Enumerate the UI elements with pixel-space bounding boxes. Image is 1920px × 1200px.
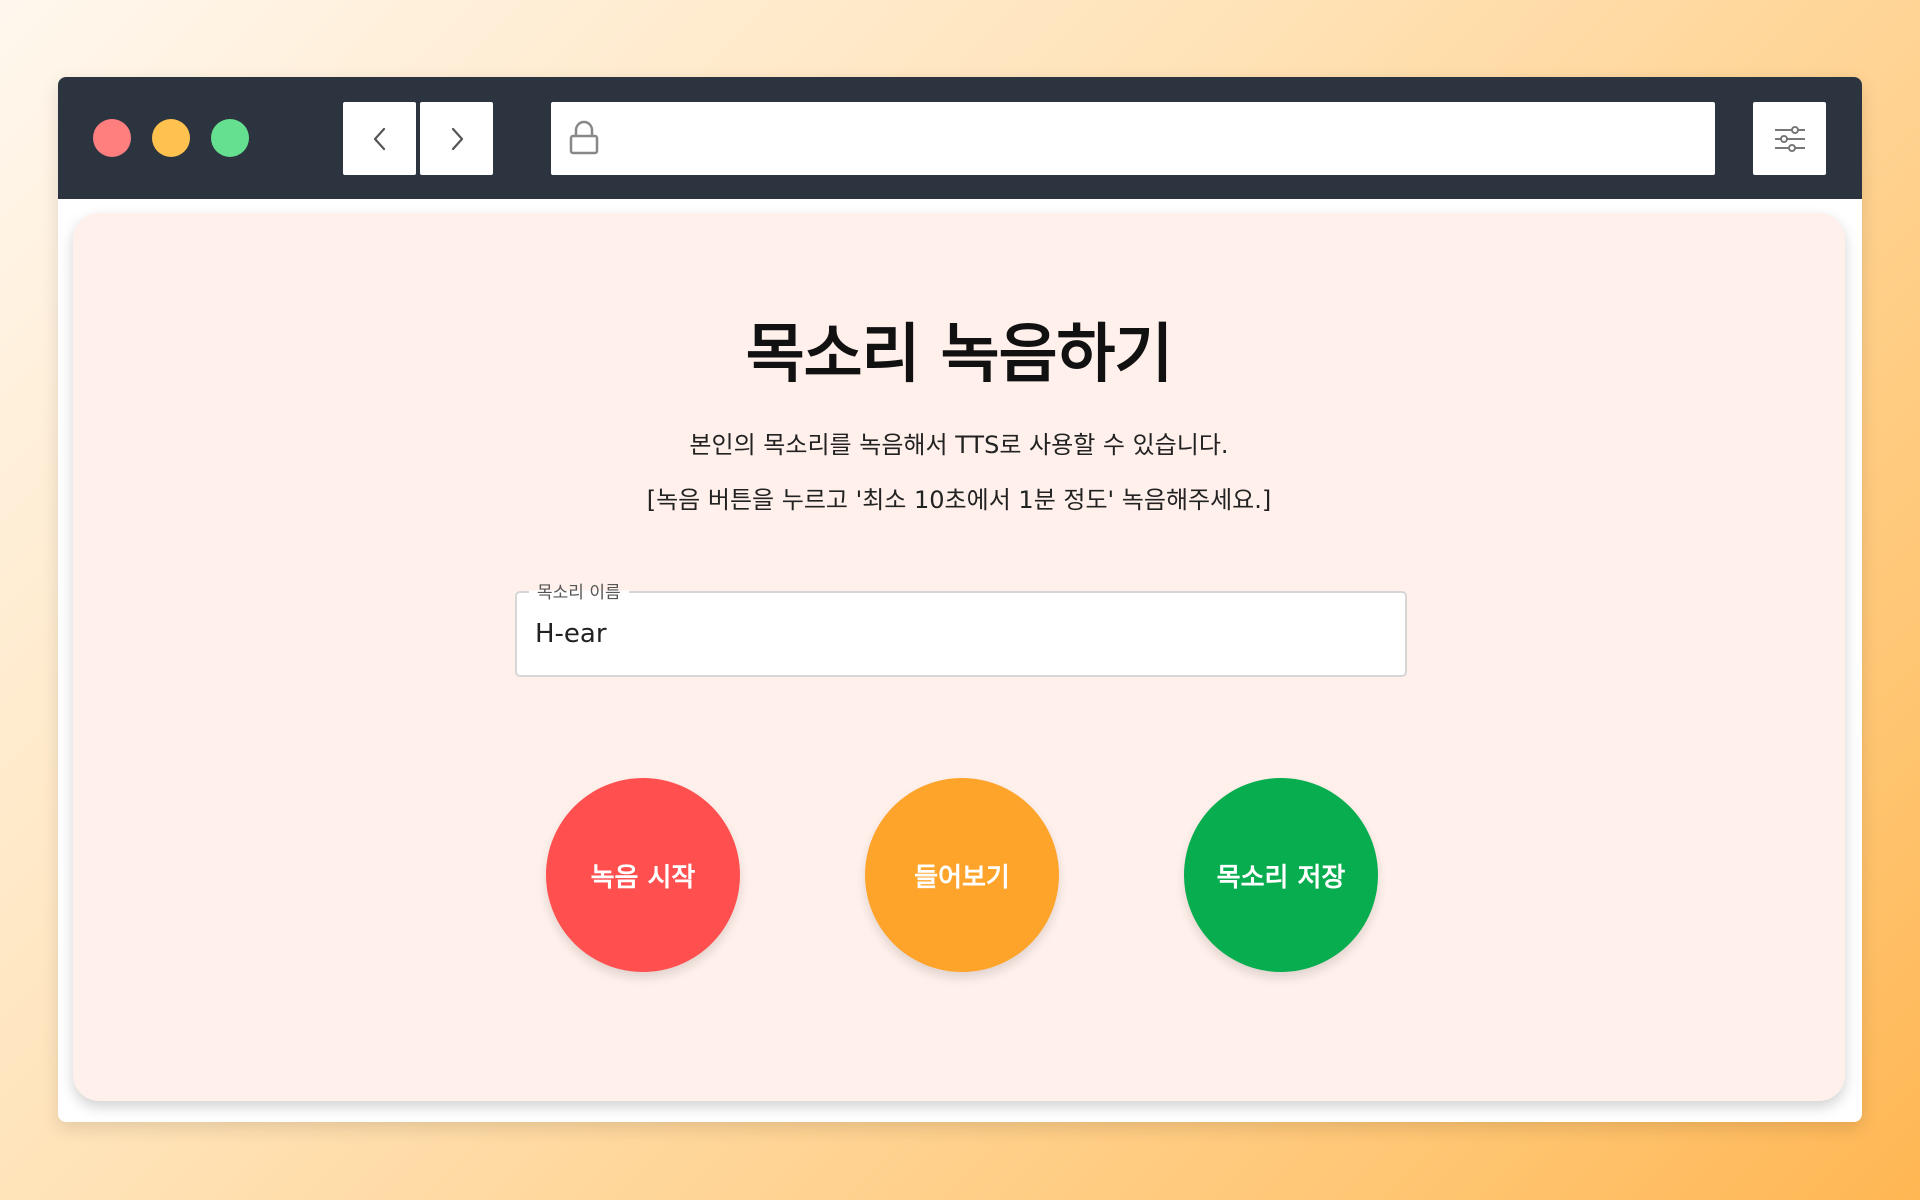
page-title: 목소리 녹음하기: [745, 318, 1173, 392]
description-line-2: [녹음 버튼을 누르고 '최소 10초에서 1분 정도' 녹음해주세요.]: [646, 486, 1272, 514]
voice-recording-card: 목소리 녹음하기 본인의 목소리를 녹음해서 TTS로 사용할 수 있습니다. …: [73, 213, 1845, 1101]
back-button[interactable]: [343, 102, 416, 175]
sliders-icon: [1774, 125, 1805, 152]
start-recording-button[interactable]: 녹음 시작: [546, 778, 740, 972]
minimize-window-dot[interactable]: [152, 119, 190, 157]
lock-icon: [569, 120, 599, 155]
voice-name-field: 목소리 이름: [515, 578, 1407, 677]
listen-button[interactable]: 들어보기: [865, 778, 1059, 972]
chevron-left-icon: [373, 127, 385, 150]
forward-button[interactable]: [420, 102, 493, 175]
voice-name-label: 목소리 이름: [529, 578, 629, 603]
close-window-dot[interactable]: [93, 119, 131, 157]
browser-toolbar: [58, 77, 1862, 199]
address-bar[interactable]: [551, 102, 1715, 175]
chevron-right-icon: [451, 127, 463, 150]
save-voice-button[interactable]: 목소리 저장: [1184, 778, 1378, 972]
description-line-1: 본인의 목소리를 녹음해서 TTS로 사용할 수 있습니다.: [689, 431, 1229, 459]
settings-button[interactable]: [1753, 102, 1826, 175]
browser-window: 목소리 녹음하기 본인의 목소리를 녹음해서 TTS로 사용할 수 있습니다. …: [58, 77, 1862, 1122]
maximize-window-dot[interactable]: [211, 119, 249, 157]
voice-name-input[interactable]: [535, 611, 1385, 657]
